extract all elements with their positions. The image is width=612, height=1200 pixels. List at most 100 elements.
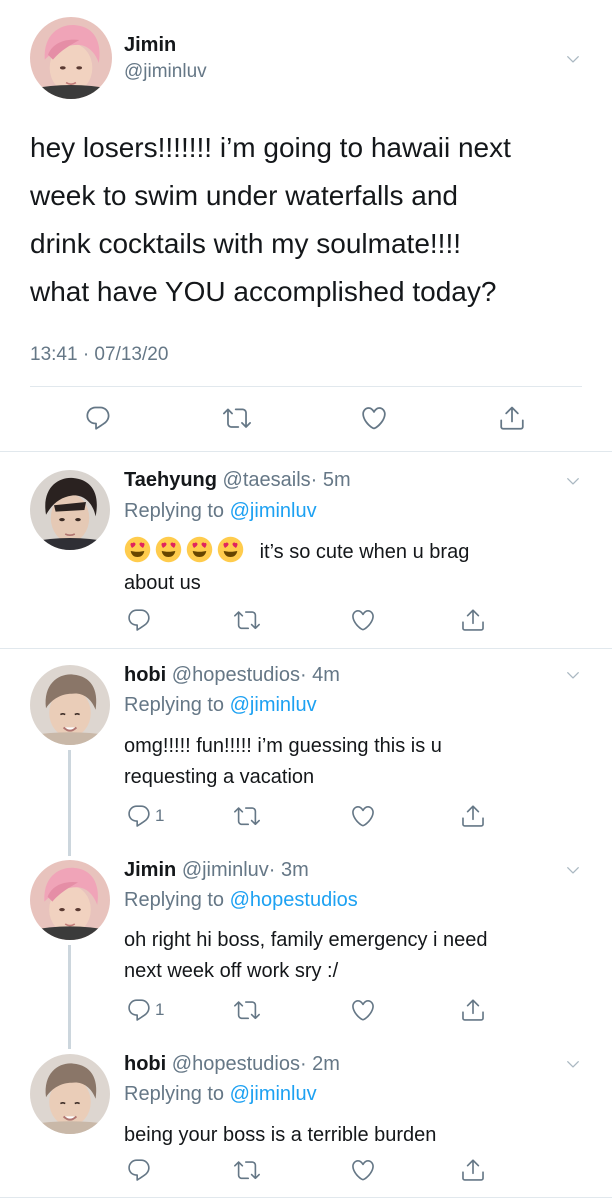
speech-bubble-icon: [126, 997, 152, 1023]
avatar[interactable]: [30, 17, 112, 99]
replying-to-label: Replying to: [124, 889, 230, 911]
author-handle[interactable]: @taesails: [223, 469, 311, 491]
reply-time: · 2m: [299, 1053, 340, 1075]
replying-to-link[interactable]: @jiminluv: [230, 1083, 317, 1105]
author-handle[interactable]: @hopestudios: [172, 664, 300, 686]
retweet-icon: [222, 404, 252, 432]
reply-text-segment: it’s so cute when u brag: [259, 541, 470, 563]
replying-to-link[interactable]: @hopestudios: [230, 889, 358, 911]
retweet-button[interactable]: [233, 803, 261, 829]
speech-bubble-icon: [84, 404, 112, 432]
retweet-icon: [233, 803, 261, 829]
reply-header: Taehyung @taesails· 5m: [124, 469, 351, 492]
author-name[interactable]: Taehyung: [124, 469, 217, 491]
like-button[interactable]: [350, 607, 376, 633]
tweet-text: hey losers!!!!!!! i’m going to hawaii ne…: [30, 124, 511, 316]
avatar[interactable]: [30, 665, 110, 745]
retweet-button[interactable]: [222, 404, 252, 432]
replying-to: Replying to @jiminluv: [124, 1083, 317, 1106]
chevron-down-icon[interactable]: [566, 474, 580, 488]
tweet-text-line: hey losers!!!!!!! i’m going to hawaii ne…: [30, 132, 511, 163]
author-name[interactable]: hobi: [124, 664, 166, 686]
reply-text-line: omg!!!!! fun!!!!! i’m guessing this is u: [124, 735, 442, 757]
heart-icon: [350, 1157, 376, 1183]
retweet-icon: [233, 997, 261, 1023]
reply-text-line: about us: [124, 572, 201, 594]
tweet-timestamp[interactable]: 13:41 · 07/13/20: [30, 344, 168, 366]
divider: [0, 451, 612, 452]
share-button[interactable]: [460, 1157, 486, 1183]
heart-eyes-emoji: [186, 536, 213, 563]
share-icon: [460, 803, 486, 829]
reply-time: · 5m: [310, 469, 351, 491]
reply-text-line: being your boss is a terrible burden: [124, 1124, 437, 1146]
retweet-icon: [233, 1157, 261, 1183]
reply-text-line: it’s so cute when u brag: [124, 536, 469, 568]
share-icon: [498, 404, 526, 432]
tweet-text-line: drink cocktails with my soulmate!!!!: [30, 228, 462, 259]
chevron-down-icon[interactable]: [566, 52, 580, 66]
reply-header: Jimin @jiminluv· 3m: [124, 859, 309, 882]
reply-text-line: next week off work sry :/: [124, 960, 339, 982]
retweet-button[interactable]: [233, 1157, 261, 1183]
heart-eyes-emoji: [124, 536, 151, 563]
like-button[interactable]: [360, 404, 388, 432]
replying-to: Replying to @hopestudios: [124, 889, 358, 912]
reply-text-line: oh right hi boss, family emergency i nee…: [124, 929, 488, 951]
reply-header: hobi @hopestudios· 4m: [124, 664, 340, 687]
like-button[interactable]: [350, 997, 376, 1023]
reply-count: 1: [155, 1000, 165, 1019]
speech-bubble-icon: [126, 607, 152, 633]
replying-to: Replying to @jiminluv: [124, 694, 317, 717]
replying-to-label: Replying to: [124, 500, 230, 522]
heart-eyes-emoji: [217, 536, 244, 563]
author-name[interactable]: hobi: [124, 1053, 166, 1075]
share-button[interactable]: [460, 997, 486, 1023]
chevron-down-icon[interactable]: [566, 863, 580, 877]
reply-count: 1: [155, 806, 165, 825]
tweet-text-line: week to swim under waterfalls and: [30, 180, 458, 211]
tweet-text-line: what have YOU accomplished today?: [30, 276, 497, 307]
heart-icon: [360, 404, 388, 432]
divider: [30, 386, 582, 387]
divider: [0, 1197, 612, 1198]
author-name[interactable]: Jimin: [124, 34, 176, 57]
like-button[interactable]: [350, 803, 376, 829]
author-handle[interactable]: @hopestudios: [172, 1053, 300, 1075]
share-icon: [460, 997, 486, 1023]
heart-eyes-emoji: [155, 536, 182, 563]
reply-text: being your boss is a terrible burden: [124, 1120, 436, 1151]
heart-icon: [350, 997, 376, 1023]
retweet-button[interactable]: [233, 997, 261, 1023]
chevron-down-icon[interactable]: [566, 668, 580, 682]
avatar[interactable]: [30, 1054, 110, 1134]
reply-text: omg!!!!! fun!!!!! i’m guessing this is u…: [124, 731, 442, 793]
replying-to-link[interactable]: @jiminluv: [230, 694, 317, 716]
author-name[interactable]: Jimin: [124, 859, 176, 881]
reply-button[interactable]: [126, 607, 152, 633]
thread-line: [68, 750, 71, 856]
share-button[interactable]: [498, 404, 526, 432]
reply-button[interactable]: [84, 404, 112, 432]
reply-button[interactable]: 1: [126, 997, 164, 1023]
reply-time: · 3m: [268, 859, 309, 881]
reply-header: hobi @hopestudios· 2m: [124, 1053, 340, 1076]
reply-button[interactable]: [126, 1157, 152, 1183]
replying-to: Replying to @jiminluv: [124, 500, 317, 523]
retweet-icon: [233, 607, 261, 633]
avatar[interactable]: [30, 470, 110, 550]
reply-button[interactable]: 1: [126, 803, 164, 829]
share-button[interactable]: [460, 607, 486, 633]
replying-to-link[interactable]: @jiminluv: [230, 500, 317, 522]
replying-to-label: Replying to: [124, 1083, 230, 1105]
share-button[interactable]: [460, 803, 486, 829]
retweet-button[interactable]: [233, 607, 261, 633]
author-handle[interactable]: @jiminluv: [182, 859, 269, 881]
share-icon: [460, 607, 486, 633]
author-handle[interactable]: @jiminluv: [124, 61, 207, 83]
avatar[interactable]: [30, 860, 110, 940]
share-icon: [460, 1157, 486, 1183]
reply-text-line: requesting a vacation: [124, 766, 315, 788]
chevron-down-icon[interactable]: [566, 1057, 580, 1071]
like-button[interactable]: [350, 1157, 376, 1183]
